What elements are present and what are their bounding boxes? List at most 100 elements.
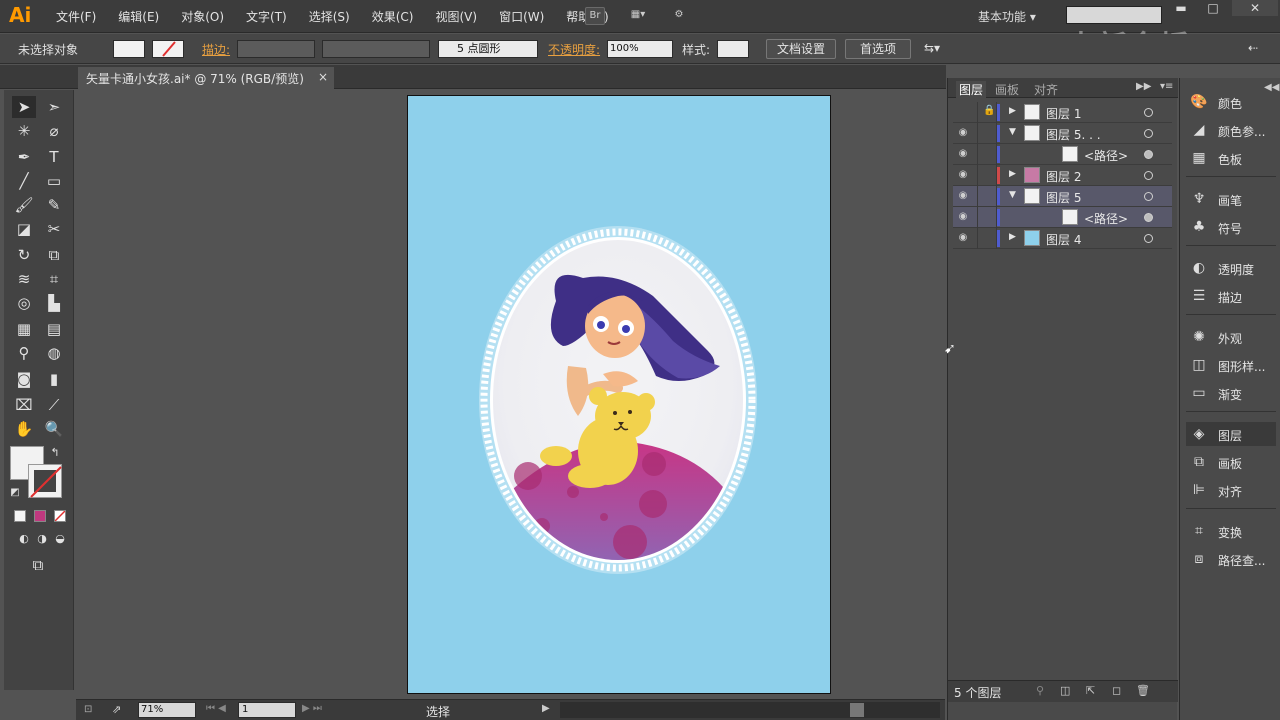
scissors-tool-icon[interactable]: ✂ — [42, 218, 66, 240]
target-circle-icon[interactable] — [1144, 213, 1153, 222]
rectangle-tool-icon[interactable]: ▭ — [42, 170, 66, 192]
variable-width-dropdown[interactable] — [322, 40, 430, 58]
warp-tool-icon[interactable]: ≋ — [12, 268, 36, 290]
lock-toggle[interactable] — [977, 186, 997, 207]
eyedropper-tool-icon[interactable]: ⚲ — [12, 342, 36, 364]
lock-toggle[interactable] — [977, 228, 997, 249]
layer-name[interactable]: 图层 2 — [1046, 168, 1081, 185]
target-circle-icon[interactable] — [1144, 171, 1153, 180]
dock-item[interactable]: ✺ 外观 — [1186, 325, 1276, 349]
tab-artboards[interactable]: 画板 — [995, 81, 1019, 98]
document-tab[interactable]: 矢量卡通小女孩.ai* @ 71% (RGB/预览) × — [78, 67, 334, 89]
pen-tool-icon[interactable]: ✒ — [12, 146, 36, 168]
collapse-panel-icon[interactable]: ▶▶ — [1136, 81, 1151, 92]
dock-item[interactable]: ◫ 图形样... — [1186, 353, 1276, 377]
dock-item[interactable]: ⧉ 画板 — [1186, 450, 1276, 474]
stroke-swatch[interactable] — [152, 40, 184, 58]
line-tool-icon[interactable]: ╱ — [12, 170, 36, 192]
none-mode-icon[interactable] — [54, 510, 66, 522]
menu-item-5[interactable]: 效果(C) — [366, 8, 420, 25]
menu-item-7[interactable]: 窗口(W) — [493, 8, 550, 25]
brush-definition-dropdown[interactable]: 5 点圆形 — [438, 40, 538, 58]
free-transform-tool-icon[interactable]: ⌗ — [42, 268, 66, 290]
swap-colors-icon[interactable]: ↰ — [48, 442, 62, 464]
layer-row[interactable]: ◉ ▼ 图层 5. . . — [953, 123, 1172, 144]
layer-row[interactable]: ◉ ▶ 图层 2 — [953, 165, 1172, 186]
delete-layer-icon[interactable]: 🗑 — [1136, 684, 1150, 697]
visibility-eye-icon[interactable]: ◉ — [957, 169, 969, 181]
panel-menu-icon[interactable]: ⇠ — [1248, 41, 1258, 55]
locate-object-icon[interactable]: ⚲ — [1036, 684, 1044, 697]
lock-toggle[interactable] — [977, 144, 997, 165]
dock-item[interactable]: ◢ 颜色参... — [1186, 118, 1276, 142]
dock-item[interactable]: ▦ 色板 — [1186, 146, 1276, 170]
hand-tool-icon[interactable]: ✋ — [12, 418, 36, 440]
shape-builder-tool-icon[interactable]: ◎ — [12, 292, 36, 314]
target-circle-icon[interactable] — [1144, 108, 1153, 117]
stroke-label[interactable]: 描边: — [202, 41, 230, 58]
menu-item-2[interactable]: 对象(O) — [175, 8, 230, 25]
workspace-switcher[interactable]: 基本功能 ▾ — [978, 8, 1036, 25]
layer-name[interactable]: 图层 5 — [1046, 189, 1081, 206]
direct-selection-tool-icon[interactable]: ➣ — [42, 96, 66, 118]
dock-item[interactable]: ◐ 透明度 — [1186, 256, 1276, 280]
dock-item[interactable]: 🎨 颜色 — [1186, 90, 1276, 114]
zoom-tool-icon[interactable]: 🔍 — [42, 418, 66, 440]
expand-toggle-icon[interactable]: ▼ — [1009, 190, 1016, 200]
opacity-field[interactable]: 100% — [607, 40, 673, 58]
screen-mode-icon[interactable]: ⧉ — [26, 554, 50, 576]
target-circle-icon[interactable] — [1144, 150, 1153, 159]
layer-row[interactable]: ◉ ▶ 图层 4 — [953, 228, 1172, 249]
visibility-eye-icon[interactable] — [957, 106, 969, 118]
paintbrush-tool-icon[interactable]: 🖌 — [12, 194, 36, 216]
draw-inside-icon[interactable]: ◒ — [48, 528, 72, 550]
expand-toggle-icon[interactable]: ▼ — [1009, 127, 1016, 137]
tab-align[interactable]: 对齐 — [1034, 81, 1058, 98]
artboard-tool-icon[interactable]: ⌧ — [12, 394, 36, 416]
dock-item[interactable]: ⧈ 路径查... — [1186, 547, 1276, 571]
opacity-label[interactable]: 不透明度: — [548, 41, 600, 58]
slice-tool-icon[interactable]: ⟋ — [42, 394, 66, 416]
next-artboard-icon[interactable]: ▶ ⏭ — [302, 703, 322, 714]
scale-tool-icon[interactable]: ⧉ — [42, 244, 66, 266]
expand-toggle-icon[interactable]: ▶ — [1009, 106, 1016, 116]
graphic-style-swatch[interactable] — [717, 40, 749, 58]
dock-item[interactable]: ⊫ 对齐 — [1186, 478, 1276, 502]
blob-brush-tool-icon[interactable]: ◪ — [12, 218, 36, 240]
dock-item[interactable]: ◈ 图层 — [1186, 422, 1276, 446]
target-circle-icon[interactable] — [1144, 192, 1153, 201]
expand-toggle-icon[interactable]: ▶ — [1009, 169, 1016, 179]
horizontal-scrollbar[interactable] — [560, 702, 940, 718]
layer-name[interactable]: 图层 4 — [1046, 231, 1081, 248]
type-tool-icon[interactable]: T — [42, 146, 66, 168]
blend-tool-icon[interactable]: ◍ — [42, 342, 66, 364]
layer-name[interactable]: <路径> — [1084, 210, 1128, 227]
stroke-weight-field[interactable] — [237, 40, 315, 58]
page-field[interactable]: 1 — [238, 702, 296, 718]
default-colors-icon[interactable]: ◩ — [8, 482, 22, 504]
status-menu-icon[interactable]: ▶ — [542, 703, 550, 714]
artboard[interactable] — [407, 95, 831, 694]
layer-row[interactable]: ◉ ▼ 图层 5 — [953, 186, 1172, 207]
clipping-mask-icon[interactable]: ◫ — [1060, 684, 1070, 697]
stroke-color-box[interactable] — [28, 464, 62, 498]
layer-row[interactable]: 🔒 ▶ 图层 1 — [953, 102, 1172, 123]
menu-item-3[interactable]: 文字(T) — [240, 8, 293, 25]
lock-toggle[interactable] — [977, 207, 997, 228]
menu-item-0[interactable]: 文件(F) — [50, 8, 102, 25]
close-tab-icon[interactable]: × — [318, 70, 328, 84]
close-icon[interactable]: ✕ — [1232, 0, 1278, 16]
color-mode-icon[interactable] — [14, 510, 26, 522]
visibility-eye-icon[interactable]: ◉ — [957, 211, 969, 223]
layer-name[interactable]: <路径> — [1084, 147, 1128, 164]
dock-item[interactable]: ♣ 符号 — [1186, 215, 1276, 239]
visibility-eye-icon[interactable]: ◉ — [957, 190, 969, 202]
lock-toggle[interactable] — [977, 123, 997, 144]
lasso-tool-icon[interactable]: ⌀ — [42, 120, 66, 142]
visibility-eye-icon[interactable]: ◉ — [957, 232, 969, 244]
prev-artboard-icon[interactable]: ⏮ ◀ — [206, 703, 226, 714]
mesh-tool-icon[interactable]: ▦ — [12, 318, 36, 340]
layer-row[interactable]: ◉ <路径> — [953, 144, 1172, 165]
target-circle-icon[interactable] — [1144, 129, 1153, 138]
visibility-eye-icon[interactable]: ◉ — [957, 127, 969, 139]
